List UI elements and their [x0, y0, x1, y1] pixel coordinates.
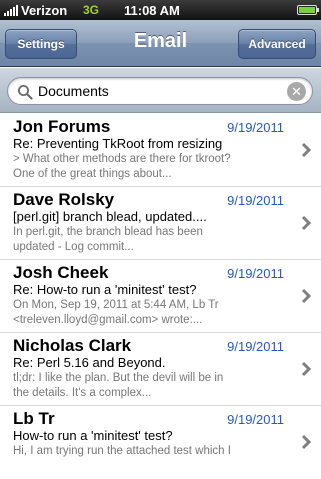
page-title: Email [133, 30, 188, 52]
email-row[interactable]: Josh Cheek 9/19/2011 Re: How-to run a 'm… [0, 260, 321, 333]
network-type: 3G [83, 3, 100, 17]
email-sender: Nicholas Clark [13, 336, 132, 355]
chevron-right-icon [301, 361, 312, 377]
email-preview-line: updated - Log commit... [13, 241, 134, 253]
chevron-right-icon [301, 142, 312, 158]
email-preview: On Mon, Sep 19, 2011 at 5:44 AM, Lb Tr <… [13, 298, 291, 330]
email-sender: Josh Cheek [13, 263, 109, 282]
email-row[interactable]: Nicholas Clark 9/19/2011 Re: Perl 5.16 a… [0, 333, 321, 406]
email-subject: Re: Preventing TkRoot from resizing [13, 136, 223, 151]
email-date: 9/19/2011 [227, 120, 284, 135]
chevron-right-icon [301, 288, 312, 304]
signal-strength-icon [4, 5, 18, 16]
email-preview-line: > What other methods are there for tkroo… [13, 153, 231, 165]
clear-search-icon[interactable]: ✕ [287, 82, 306, 101]
email-preview-line: the details. It's a complex... [13, 387, 152, 399]
email-preview-line: <treleven.lloyd@gmail.com> wrote:... [13, 314, 203, 326]
search-icon [18, 85, 33, 100]
email-date: 9/19/2011 [227, 339, 284, 354]
email-preview-line: One of the great things about... [13, 168, 172, 180]
email-subject: How-to run a 'minitest' test? [13, 428, 173, 443]
search-field[interactable]: ✕ [7, 77, 313, 105]
navigation-bar: Settings Email Advanced [0, 20, 321, 67]
advanced-button[interactable]: Advanced [238, 29, 316, 59]
email-date: 9/19/2011 [227, 266, 284, 281]
search-bar: ✕ [0, 68, 321, 113]
status-bar: Verizon 3G 11:08 AM [0, 0, 321, 20]
email-date: 9/19/2011 [227, 193, 284, 208]
email-preview: Hi, I am trying run the attached test wh… [13, 444, 291, 476]
carrier-name: Verizon [21, 3, 68, 18]
email-date: 9/19/2011 [227, 412, 284, 427]
email-preview-line: In perl.git, the branch blead has been [13, 226, 203, 238]
email-sender: Jon Forums [13, 117, 111, 136]
chevron-right-icon [301, 434, 312, 450]
email-subject: [perl.git] branch blead, updated.... [13, 209, 207, 224]
email-preview: In perl.git, the branch blead has been u… [13, 225, 291, 257]
email-preview: tl;dr: I like the plan. But the devil wi… [13, 371, 291, 403]
chevron-right-icon [301, 215, 312, 231]
email-sender: Lb Tr [13, 409, 55, 428]
email-preview-line: Hi, I am trying run the attached test wh… [13, 445, 231, 457]
email-sender: Dave Rolsky [13, 190, 115, 209]
email-preview: > What other methods are there for tkroo… [13, 152, 291, 184]
email-list: Jon Forums 9/19/2011 Re: Preventing TkRo… [0, 114, 321, 479]
email-preview-line: On Mon, Sep 19, 2011 at 5:44 AM, Lb Tr [13, 299, 219, 311]
email-subject: Re: How-to run a 'minitest' test? [13, 282, 197, 297]
status-time: 11:08 AM [124, 3, 180, 18]
email-preview-line: tl;dr: I like the plan. But the devil wi… [13, 372, 224, 384]
settings-button[interactable]: Settings [5, 29, 77, 59]
email-subject: Re: Perl 5.16 and Beyond. [13, 355, 166, 370]
email-row[interactable]: Jon Forums 9/19/2011 Re: Preventing TkRo… [0, 114, 321, 187]
email-row[interactable]: Dave Rolsky 9/19/2011 [perl.git] branch … [0, 187, 321, 260]
email-row[interactable]: Lb Tr 9/19/2011 How-to run a 'minitest' … [0, 406, 321, 479]
battery-icon [297, 5, 319, 15]
search-input[interactable] [38, 81, 278, 101]
